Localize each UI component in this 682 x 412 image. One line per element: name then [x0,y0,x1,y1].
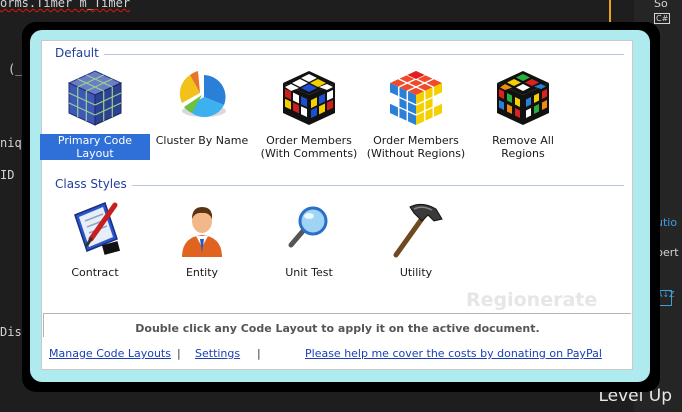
style-utility[interactable]: Utility [361,199,471,279]
csharp-file-icon: C# [654,13,671,24]
code-line-timer: orms.Timer m_Timer [0,0,130,10]
code-line-id: ID [0,168,15,182]
rubiks-cube-icon [389,71,443,125]
rubiks-cube-icon [283,71,335,125]
footer-separator: | [257,347,261,360]
brand-watermark: Regionerate [466,289,598,311]
settings-link[interactable]: Settings [195,347,240,360]
layout-order-members-with-comments[interactable]: Order Members (With Comments) [254,67,364,160]
status-text: Double click any Code Layout to apply it… [135,322,540,335]
layout-order-members-without-regions[interactable]: Order Members (Without Regions) [361,67,471,160]
group-title-class-styles: Class Styles [55,177,127,191]
layout-label: Remove All Regions [492,134,554,160]
style-contract[interactable]: Contract [40,199,150,279]
solution-explorer-label[interactable]: So [654,0,668,10]
manage-code-layouts-link[interactable]: Manage Code Layouts [49,347,171,360]
contract-pen-icon [74,202,121,255]
layout-primary-code-layout[interactable]: Primary Code Layout [40,67,150,160]
style-entity[interactable]: Entity [147,199,257,279]
code-text: orms.Timer m_Timer [0,0,131,10]
blue-cube-icon [67,70,123,126]
status-area: Double click any Code Layout to apply it… [43,313,631,337]
style-label: Entity [185,266,219,279]
layout-label: Primary Code Layout [40,134,150,160]
layout-remove-all-regions[interactable]: Remove All Regions [468,67,578,160]
group-title-default: Default [55,46,99,60]
style-label: Utility [399,266,433,279]
person-icon [182,207,222,257]
layout-label: Cluster By Name [155,134,249,147]
footer-links: Manage Code Layouts | Settings | Please … [42,347,632,363]
group-divider [104,54,624,55]
layout-cluster-by-name[interactable]: Cluster By Name [147,67,257,147]
footer-separator: | [177,347,181,360]
pie-chart-icon [179,71,226,117]
magnifier-icon [288,206,328,248]
donate-paypal-link[interactable]: Please help me cover the costs by donati… [305,347,602,360]
code-line-paren: (_ [8,62,23,76]
hammer-icon [393,203,443,258]
style-unit-test[interactable]: Unit Test [254,199,364,279]
code-layouts-panel: Default Primary Code Layout Cluster By N… [40,40,633,370]
group-divider [132,185,624,186]
layout-label: Order Members (With Comments) [260,134,358,160]
style-label: Contract [71,266,119,279]
layout-label: Order Members (Without Regions) [366,134,466,160]
rubiks-cube-scrambled-icon [497,71,549,125]
style-label: Unit Test [285,266,333,279]
